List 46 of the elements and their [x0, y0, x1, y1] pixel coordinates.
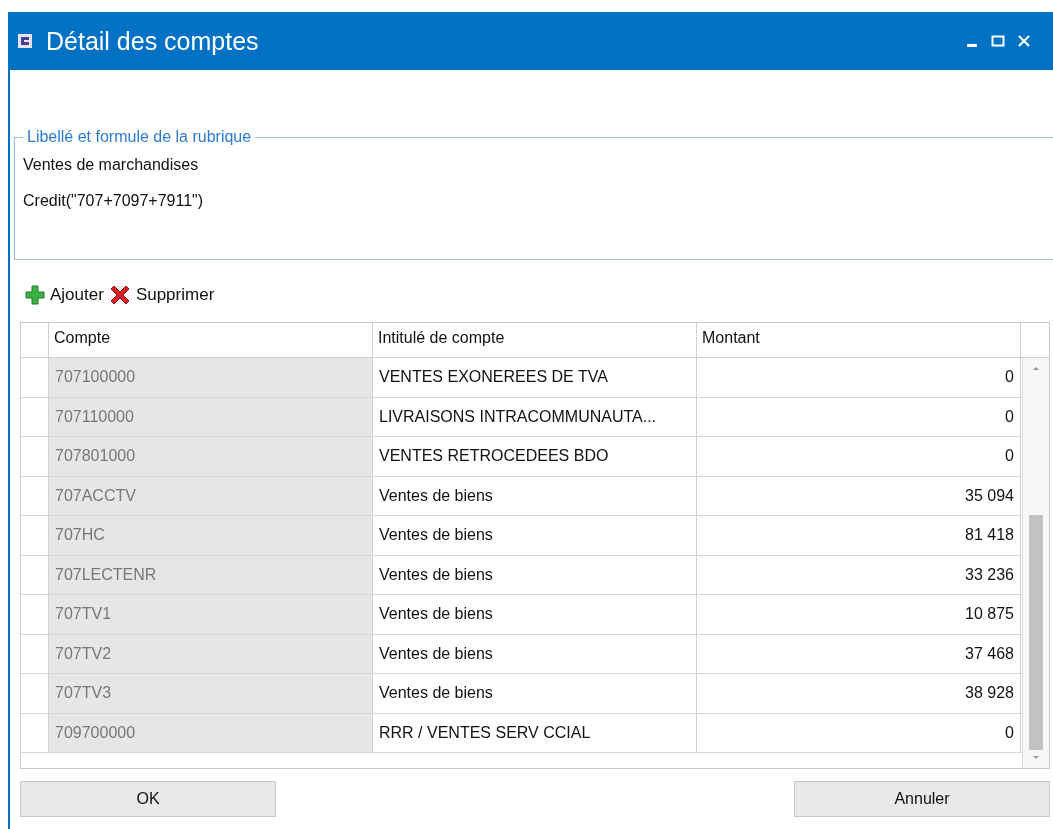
- table-cell: 38 928: [697, 674, 1021, 713]
- table-cell: Ventes de biens: [373, 555, 697, 594]
- close-icon[interactable]: [1017, 34, 1031, 48]
- table-cell: LIVRAISONS INTRACOMMUNAUTA...: [373, 397, 697, 436]
- table-cell: Ventes de biens: [373, 516, 697, 555]
- maximize-icon[interactable]: [991, 34, 1005, 48]
- table-cell: 10 875: [697, 595, 1021, 634]
- rubric-formula: Credit("707+7097+7911"): [23, 192, 205, 210]
- table-cell: 707HC: [49, 516, 373, 555]
- cancel-button[interactable]: Annuler: [794, 781, 1050, 817]
- table-cell: VENTES RETROCEDEES BDO: [373, 437, 697, 476]
- table-cell: 707TV2: [49, 634, 373, 673]
- table-cell: 707TV1: [49, 595, 373, 634]
- delete-button[interactable]: Supprimer: [107, 283, 215, 307]
- column-header[interactable]: Compte: [49, 323, 373, 357]
- table-cell: VENTES EXONEREES DE TVA: [373, 358, 697, 397]
- table-cell: Ventes de biens: [373, 674, 697, 713]
- column-header[interactable]: Intitulé de compte: [373, 323, 697, 357]
- plus-icon: [24, 284, 46, 306]
- table-cell: 33 236: [697, 555, 1021, 594]
- table-cell: 81 418: [697, 516, 1021, 555]
- table-cell: 37 468: [697, 634, 1021, 673]
- table-cell: 707LECTENR: [49, 555, 373, 594]
- table-cell: 707110000: [49, 397, 373, 436]
- rubric-label: Ventes de marchandises: [23, 156, 200, 174]
- group-legend: Libellé et formule de la rubrique: [23, 128, 256, 146]
- add-button[interactable]: Ajouter: [24, 284, 104, 306]
- scroll-thumb[interactable]: [1029, 515, 1043, 750]
- table-cell: 707100000: [49, 358, 373, 397]
- vertical-scrollbar[interactable]: [1022, 358, 1049, 768]
- table-cell: 707ACCTV: [49, 476, 373, 515]
- ok-button[interactable]: OK: [20, 781, 276, 817]
- table-cell: 0: [697, 397, 1021, 436]
- column-header[interactable]: Montant: [697, 323, 1021, 357]
- table-cell: 707TV3: [49, 674, 373, 713]
- table-cell: 707801000: [49, 437, 373, 476]
- table-cell: 35 094: [697, 476, 1021, 515]
- table-cell: 0: [697, 358, 1021, 397]
- table-cell: Ventes de biens: [373, 634, 697, 673]
- table-cell: RRR / VENTES SERV CCIAL: [373, 713, 697, 752]
- table-cell: Ventes de biens: [373, 476, 697, 515]
- table-cell: 0: [697, 713, 1021, 752]
- table-cell: 0: [697, 437, 1021, 476]
- window-title: Détail des comptes: [46, 26, 260, 56]
- table-cell: Ventes de biens: [373, 595, 697, 634]
- table-cell: 709700000: [49, 713, 373, 752]
